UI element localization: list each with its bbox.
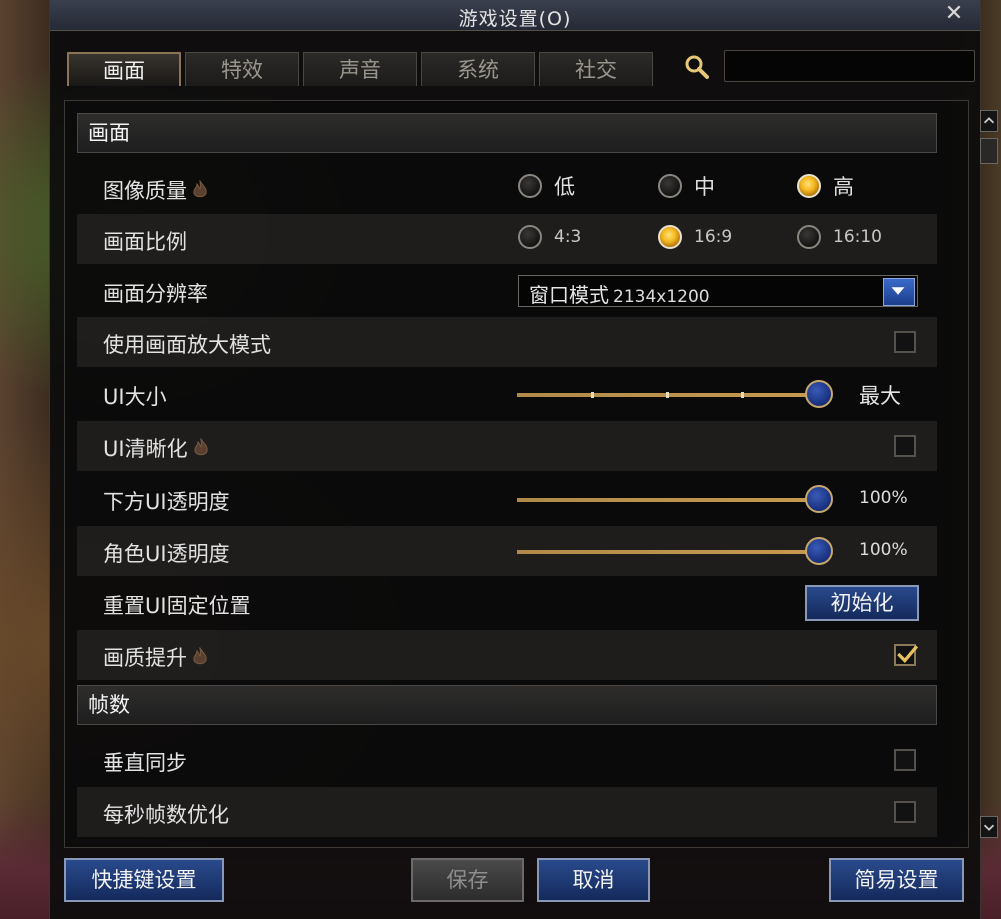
tab-sound[interactable]: 声音 bbox=[303, 52, 417, 86]
setting-resolution: 画面分辨率 窗口模式 2134x1200 bbox=[77, 266, 937, 316]
flame-icon bbox=[193, 180, 207, 198]
scrollbar[interactable] bbox=[980, 110, 1001, 838]
setting-label: 垂直同步 bbox=[103, 751, 187, 775]
scroll-up-button[interactable] bbox=[980, 110, 998, 132]
radio-dot bbox=[518, 225, 542, 249]
tab-effects[interactable]: 特效 bbox=[185, 52, 299, 86]
setting-label: UI大小 bbox=[103, 385, 167, 409]
title-bar[interactable]: 游戏设置(O) ✕ bbox=[50, 0, 980, 31]
hotkey-settings-button[interactable]: 快捷键设置 bbox=[64, 858, 224, 902]
setting-label: 每秒帧数优化 bbox=[103, 803, 229, 827]
game-settings-dialog: 游戏设置(O) ✕ 画面 特效 声音 系统 社交 画面 图像质量 低 中 高 画… bbox=[49, 0, 998, 919]
ui-sharpness-checkbox[interactable] bbox=[894, 435, 916, 457]
close-icon[interactable]: ✕ bbox=[942, 2, 966, 26]
setting-label: 下方UI透明度 bbox=[103, 490, 230, 514]
setting-ui-sharpness: UI清晰化 bbox=[77, 421, 937, 471]
setting-fps-optimization: 每秒帧数优化 bbox=[77, 787, 937, 837]
slider-handle[interactable] bbox=[805, 537, 833, 565]
slider-tick bbox=[666, 392, 669, 398]
setting-bottom-ui-opacity: 下方UI透明度 100% bbox=[77, 474, 937, 524]
ui-size-slider[interactable] bbox=[517, 380, 833, 408]
search-input[interactable] bbox=[724, 50, 975, 82]
scrollbar-thumb[interactable] bbox=[980, 138, 998, 164]
setting-ui-size: UI大小 最大 bbox=[77, 369, 937, 419]
quality-boost-checkbox[interactable] bbox=[894, 644, 919, 666]
setting-label: 使用画面放大模式 bbox=[103, 333, 271, 357]
slider-tick bbox=[591, 392, 594, 398]
setting-aspect-ratio: 画面比例 4:3 16:9 16:10 bbox=[77, 214, 937, 264]
chevron-down-icon bbox=[983, 824, 995, 831]
setting-zoom-mode: 使用画面放大模式 bbox=[77, 317, 937, 367]
cancel-button[interactable]: 取消 bbox=[537, 858, 650, 902]
tab-bar: 画面 特效 声音 系统 社交 bbox=[67, 52, 653, 88]
radio-ratio-4-3[interactable]: 4:3 bbox=[518, 223, 581, 251]
flame-icon bbox=[193, 438, 208, 456]
scroll-down-button[interactable] bbox=[980, 816, 998, 838]
setting-image-quality: 图像质量 低 中 高 bbox=[77, 163, 937, 213]
tab-display[interactable]: 画面 bbox=[67, 52, 181, 86]
flame-icon bbox=[193, 647, 207, 665]
radio-quality-medium[interactable]: 中 bbox=[658, 172, 715, 200]
slider-tick bbox=[741, 392, 744, 398]
setting-quality-boost: 画质提升 bbox=[77, 630, 937, 680]
slider-handle[interactable] bbox=[805, 485, 833, 513]
chevron-down-icon[interactable] bbox=[883, 278, 915, 306]
setting-label: 画质提升 bbox=[103, 642, 209, 672]
radio-ratio-16-10[interactable]: 16:10 bbox=[797, 223, 882, 251]
char-ui-opacity-slider[interactable] bbox=[517, 537, 833, 565]
resolution-value: 窗口模式 2134x1200 bbox=[529, 283, 710, 307]
initialize-button[interactable]: 初始化 bbox=[805, 585, 919, 621]
save-button[interactable]: 保存 bbox=[411, 858, 524, 902]
bottom-ui-opacity-value: 100% bbox=[859, 488, 908, 508]
ui-size-value: 最大 bbox=[859, 384, 901, 408]
tab-social[interactable]: 社交 bbox=[539, 52, 653, 86]
radio-quality-high[interactable]: 高 bbox=[797, 172, 854, 200]
radio-dot bbox=[797, 225, 821, 249]
settings-panel: 画面 图像质量 低 中 高 画面比例 4:3 16:9 16:10 画面分辨率 … bbox=[64, 100, 969, 848]
simple-settings-button[interactable]: 简易设置 bbox=[829, 858, 964, 902]
radio-quality-low[interactable]: 低 bbox=[518, 172, 575, 200]
section-header-display: 画面 bbox=[77, 113, 937, 153]
setting-vsync: 垂直同步 bbox=[77, 735, 937, 785]
setting-label: 图像质量 bbox=[103, 175, 209, 205]
chevron-up-icon bbox=[983, 117, 995, 124]
fps-optimization-checkbox[interactable] bbox=[894, 801, 916, 823]
setting-label: 画面分辨率 bbox=[103, 282, 208, 306]
section-header-fps: 帧数 bbox=[77, 685, 937, 725]
setting-reset-ui: 重置UI固定位置 初始化 bbox=[77, 578, 937, 628]
bottom-ui-opacity-slider[interactable] bbox=[517, 485, 833, 513]
char-ui-opacity-value: 100% bbox=[859, 540, 908, 560]
zoom-mode-checkbox[interactable] bbox=[894, 331, 916, 353]
resolution-select[interactable]: 窗口模式 2134x1200 bbox=[518, 275, 918, 307]
tab-system[interactable]: 系统 bbox=[421, 52, 535, 86]
setting-label: 重置UI固定位置 bbox=[103, 594, 251, 618]
slider-handle[interactable] bbox=[805, 380, 833, 408]
radio-dot bbox=[518, 174, 542, 198]
setting-char-ui-opacity: 角色UI透明度 100% bbox=[77, 526, 937, 576]
radio-dot bbox=[797, 174, 821, 198]
radio-dot bbox=[658, 225, 682, 249]
setting-label: 角色UI透明度 bbox=[103, 542, 230, 566]
checkmark-icon bbox=[897, 645, 919, 663]
setting-label: UI清晰化 bbox=[103, 433, 210, 463]
setting-label: 画面比例 bbox=[103, 230, 187, 254]
dialog-title: 游戏设置(O) bbox=[458, 8, 572, 30]
vsync-checkbox[interactable] bbox=[894, 749, 916, 771]
radio-ratio-16-9[interactable]: 16:9 bbox=[658, 223, 732, 251]
radio-dot bbox=[658, 174, 682, 198]
search-icon[interactable] bbox=[684, 54, 710, 80]
